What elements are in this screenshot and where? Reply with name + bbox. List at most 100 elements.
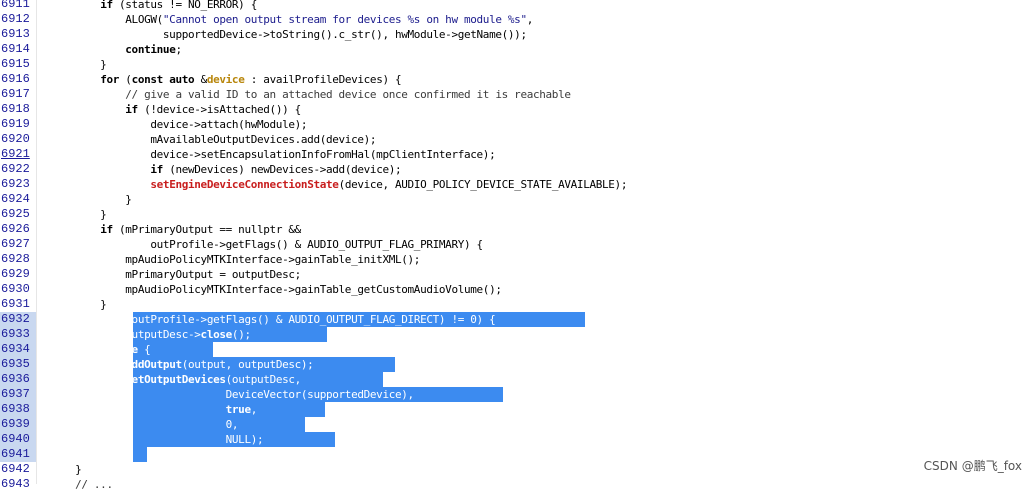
line-number[interactable]: 6926 [0,222,37,237]
code-text[interactable]: mAvailableOutputDevices.add(device); [50,132,376,147]
code-line[interactable]: 6911 if (status != NO_ERROR) { [0,0,1036,12]
line-number[interactable]: 6921 [0,147,37,162]
line-number[interactable]: 6931 [0,297,37,312]
line-number[interactable]: 6914 [0,42,37,57]
code-text[interactable]: supportedDevice->toString().c_str(), hwM… [50,27,527,42]
line-number[interactable]: 6936 [0,372,37,387]
code-text[interactable]: for (const auto &device : availProfileDe… [50,72,401,87]
code-line[interactable]: 6934 } else { [0,342,1036,357]
line-number[interactable]: 6913 [0,27,37,42]
code-text[interactable]: mpAudioPolicyMTKInterface->gainTable_get… [50,282,502,297]
code-line[interactable]: 6915 } [0,57,1036,72]
line-number[interactable]: 6920 [0,132,37,147]
code-text[interactable]: if (status != NO_ERROR) { [50,0,257,12]
code-text[interactable]: device->attach(hwModule); [50,117,307,132]
code-text[interactable]: } [50,462,82,477]
code-line[interactable]: 6929 mPrimaryOutput = outputDesc; [0,267,1036,282]
line-number[interactable]: 6915 [0,57,37,72]
code-line[interactable]: 6943 // ... [0,477,1036,492]
line-number[interactable]: 6918 [0,102,37,117]
code-line[interactable]: 6920 mAvailableOutputDevices.add(device)… [0,132,1036,147]
code-line[interactable]: 6913 supportedDevice->toString().c_str()… [0,27,1036,42]
code-line[interactable]: 6928 mpAudioPolicyMTKInterface->gainTabl… [0,252,1036,267]
code-text[interactable]: } [50,297,107,312]
code-line[interactable]: 6921 device->setEncapsulationInfoFromHal… [0,147,1036,162]
code-line[interactable]: 6941 } [0,447,1036,462]
code-line[interactable]: 6940 NULL); [0,432,1036,447]
line-number[interactable]: 6916 [0,72,37,87]
line-number[interactable]: 6942 [0,462,37,477]
code-text[interactable]: if (newDevices) newDevices->add(device); [50,162,401,177]
code-text[interactable]: true, [50,402,258,417]
code-line[interactable]: 6930 mpAudioPolicyMTKInterface->gainTabl… [0,282,1036,297]
line-number[interactable]: 6934 [0,342,37,357]
line-number[interactable]: 6922 [0,162,37,177]
line-number[interactable]: 6912 [0,12,37,27]
code-line[interactable]: 6926 if (mPrimaryOutput == nullptr && [0,222,1036,237]
line-number[interactable]: 6929 [0,267,37,282]
code-line[interactable]: 6938 true, [0,402,1036,417]
code-line[interactable]: 6914 continue; [0,42,1036,57]
code-text[interactable]: outProfile->getFlags() & AUDIO_OUTPUT_FL… [50,237,483,252]
code-line[interactable]: 6916 for (const auto &device : availProf… [0,72,1036,87]
line-number[interactable]: 6943 [0,477,37,492]
code-line[interactable]: 6918 if (!device->isAttached()) { [0,102,1036,117]
line-number[interactable]: 6940 [0,432,37,447]
code-text[interactable]: } [50,447,107,462]
code-line[interactable]: 6927 outProfile->getFlags() & AUDIO_OUTP… [0,237,1036,252]
code-line[interactable]: 6939 0, [0,417,1036,432]
code-text[interactable]: setOutputDevices(outputDesc, [50,372,301,387]
line-number[interactable]: 6911 [0,0,37,12]
line-number[interactable]: 6930 [0,282,37,297]
code-line[interactable]: 6937 DeviceVector(supportedDevice), [0,387,1036,402]
line-number[interactable]: 6935 [0,357,37,372]
code-text[interactable]: if (!device->isAttached()) { [50,102,301,117]
code-text[interactable]: DeviceVector(supportedDevice), [50,387,415,402]
code-text[interactable]: // give a valid ID to an attached device… [50,87,571,102]
code-line[interactable]: 6922 if (newDevices) newDevices->add(dev… [0,162,1036,177]
code-line[interactable]: 6912 ALOGW("Cannot open output stream fo… [0,12,1036,27]
code-text[interactable]: } [50,207,107,222]
code-text[interactable]: setEngineDeviceConnectionState(device, A… [50,177,627,192]
code-text[interactable]: 0, [50,417,239,432]
line-number[interactable]: 6928 [0,252,37,267]
code-text[interactable]: continue; [50,42,182,57]
code-text[interactable]: mPrimaryOutput = outputDesc; [50,267,301,282]
line-number[interactable]: 6919 [0,117,37,132]
line-number[interactable]: 6925 [0,207,37,222]
code-text[interactable]: outputDesc->close(); [50,327,251,342]
code-text[interactable]: ALOGW("Cannot open output stream for dev… [50,12,533,27]
line-number[interactable]: 6937 [0,387,37,402]
line-number[interactable]: 6941 [0,447,37,462]
line-number[interactable]: 6927 [0,237,37,252]
code-line[interactable]: 6931 } [0,297,1036,312]
code-line[interactable]: 6933 outputDesc->close(); [0,327,1036,342]
code-text[interactable]: if (mPrimaryOutput == nullptr && [50,222,301,237]
code-text[interactable]: addOutput(output, outputDesc); [50,357,314,372]
code-line[interactable]: 6917 // give a valid ID to an attached d… [0,87,1036,102]
code-text[interactable]: } else { [50,342,151,357]
code-line[interactable]: 6942 } [0,462,1036,477]
line-number[interactable]: 6924 [0,192,37,207]
code-line[interactable]: 6935 addOutput(output, outputDesc); [0,357,1036,372]
line-number[interactable]: 6932 [0,312,37,327]
line-number[interactable]: 6933 [0,327,37,342]
code-line[interactable]: 6925 } [0,207,1036,222]
line-number[interactable]: 6938 [0,402,37,417]
code-line[interactable]: 6924 } [0,192,1036,207]
code-text[interactable]: device->setEncapsulationInfoFromHal(mpCl… [50,147,495,162]
code-text[interactable]: // ... [50,477,119,492]
code-line[interactable]: 6919 device->attach(hwModule); [0,117,1036,132]
line-number[interactable]: 6939 [0,417,37,432]
code-text[interactable]: NULL); [50,432,264,447]
code-text[interactable]: } [50,57,107,72]
code-line[interactable]: 6932 if ((outProfile->getFlags() & AUDIO… [0,312,1036,327]
code-editor[interactable]: 6911 if (status != NO_ERROR) {6912 ALOGW… [0,0,1036,492]
code-text[interactable]: mpAudioPolicyMTKInterface->gainTable_ini… [50,252,420,267]
code-text[interactable]: } [50,192,132,207]
line-number[interactable]: 6923 [0,177,37,192]
code-line[interactable]: 6923 setEngineDeviceConnectionState(devi… [0,177,1036,192]
code-line[interactable]: 6936 setOutputDevices(outputDesc, [0,372,1036,387]
code-text[interactable]: if ((outProfile->getFlags() & AUDIO_OUTP… [50,312,496,327]
line-number[interactable]: 6917 [0,87,37,102]
